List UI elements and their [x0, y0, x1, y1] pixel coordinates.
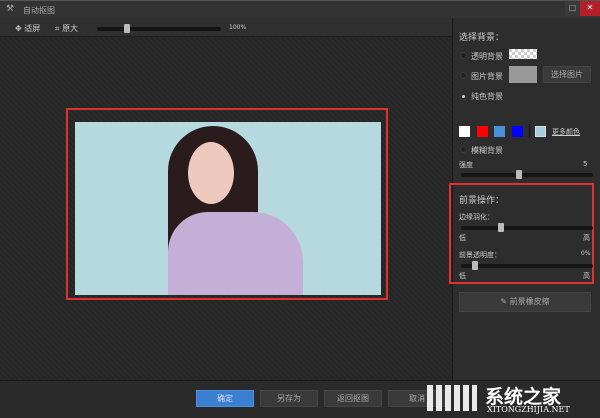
choose-image-button[interactable]: 选择图片: [543, 66, 591, 83]
toolbar: ✥ 适屏 ⌗ 原大 100%: [0, 18, 452, 37]
save-as-button[interactable]: 另存为: [260, 390, 318, 407]
ok-button[interactable]: 确定: [196, 390, 254, 407]
canvas[interactable]: [0, 37, 452, 380]
face-shape: [188, 142, 234, 204]
color-swatch-lightblue[interactable]: [494, 126, 505, 137]
expand-icon: ⌗: [55, 24, 63, 33]
transparent-label: 透明背景: [471, 52, 503, 61]
bg-section-title: 选择背景：: [459, 33, 505, 43]
feather-low: 低: [459, 234, 466, 242]
blur-label: 模糊背景: [471, 146, 503, 155]
fg-section-title: 前景操作：: [459, 196, 505, 206]
strength-value: 5: [583, 160, 588, 168]
right-panel: 选择背景： 透明背景 图片背景 选择图片 纯色背景 更多颜色 模糊背景 强度 5…: [449, 18, 600, 380]
strength-slider-thumb[interactable]: [516, 170, 522, 179]
dress-shape: [168, 212, 303, 295]
opacity-value: 0%: [581, 250, 591, 257]
eraser-icon: ✎: [500, 297, 510, 306]
color-swatch-red[interactable]: [477, 126, 488, 137]
photo-preview: [75, 122, 381, 295]
zoom-slider-thumb[interactable]: [124, 24, 130, 33]
fit-icon: ✥: [15, 24, 25, 33]
opacity-label: 前景透明度：: [459, 251, 501, 259]
strength-label: 强度: [459, 161, 473, 169]
transparent-preview: [509, 49, 537, 59]
watermark: 系统之家 XITONGZHIJIA.NET: [425, 381, 600, 418]
custom-color-swatch[interactable]: [535, 126, 546, 137]
watermark-logo: [427, 385, 477, 411]
title-bar: ⚒ 自动抠图 □ ✕: [0, 0, 600, 18]
radio-solid-selected[interactable]: [462, 95, 465, 98]
radio-transparent[interactable]: [460, 52, 467, 59]
opacity-low: 低: [459, 272, 466, 280]
window-title: 自动抠图: [23, 6, 55, 15]
app-icon: ⚒: [6, 4, 15, 14]
image-preview: [509, 66, 537, 83]
close-icon[interactable]: ✕: [580, 1, 600, 16]
back-to-cutout-button[interactable]: 返回抠图: [324, 390, 382, 407]
zoom-value: 100%: [229, 24, 247, 31]
bottom-bar: 确定 另存为 返回抠图 取消 系统之家 XITONGZHIJIA.NET: [0, 380, 600, 417]
swatch-divider: [529, 124, 530, 138]
feather-high: 高: [583, 234, 590, 242]
radio-image[interactable]: [460, 72, 467, 79]
opacity-slider[interactable]: [461, 261, 593, 270]
color-swatch-blue[interactable]: [512, 126, 523, 137]
opacity-slider-thumb[interactable]: [472, 261, 478, 270]
solid-label: 纯色背景: [471, 92, 503, 101]
opacity-high: 高: [583, 272, 590, 280]
more-colors-link[interactable]: 更多颜色: [552, 127, 580, 137]
maximize-icon[interactable]: □: [565, 1, 580, 16]
eraser-button[interactable]: ✎ 前景橡皮擦: [459, 292, 591, 312]
feather-slider-thumb[interactable]: [498, 223, 504, 232]
image-label: 图片背景: [471, 72, 503, 81]
strength-slider[interactable]: [461, 170, 593, 179]
original-size-button[interactable]: ⌗ 原大: [55, 23, 78, 34]
radio-blur[interactable]: [460, 146, 467, 153]
feather-label: 边缘羽化：: [459, 213, 494, 221]
zoom-slider[interactable]: [97, 24, 221, 33]
fit-screen-button[interactable]: ✥ 适屏: [15, 23, 40, 34]
color-swatch-white[interactable]: [459, 126, 470, 137]
feather-slider[interactable]: [461, 223, 593, 232]
